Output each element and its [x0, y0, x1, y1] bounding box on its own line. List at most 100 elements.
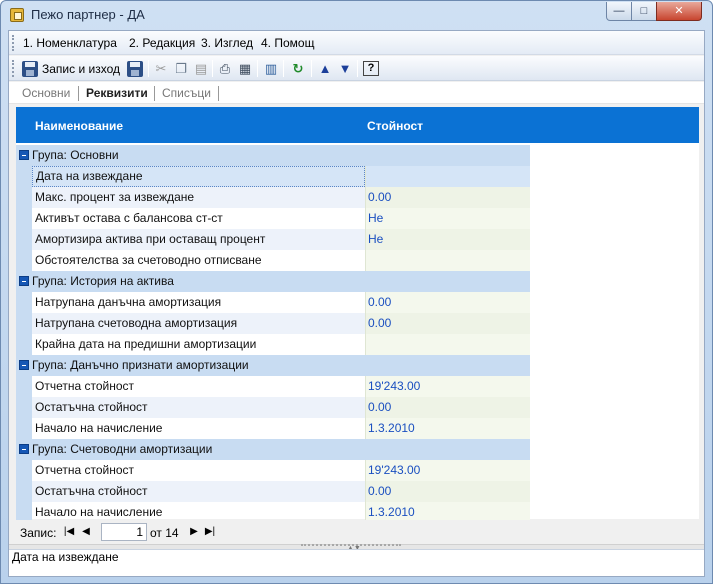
property-value[interactable]: 19'243.00 [365, 460, 530, 481]
first-record-button[interactable]: |◀ [62, 524, 76, 540]
property-value[interactable] [365, 250, 530, 271]
property-name: Макс. процент за извеждане [32, 187, 365, 208]
property-value[interactable]: 0.00 [365, 313, 530, 334]
record-navigator: Запис: |◀ ◀ 1 от 14 ▶ ▶| [9, 520, 704, 544]
property-value[interactable] [365, 166, 530, 187]
move-down-button[interactable]: ▼ [337, 59, 353, 78]
row-gutter [16, 187, 32, 208]
property-value[interactable]: Не [365, 208, 530, 229]
print-button[interactable]: ⎙ [217, 59, 233, 78]
menu-bar: 1. Номенклатура 2. Редакция 3. Изглед 4.… [9, 31, 704, 55]
property-name: Активът остава с балансова ст-ст [35, 211, 223, 225]
printer-icon: ⎙ [219, 60, 231, 76]
next-record-button[interactable]: ▶ [187, 524, 201, 540]
property-row[interactable]: Остатъчна стойност 0.00 [16, 481, 530, 502]
record-count: от 14 [150, 526, 179, 540]
property-row[interactable]: Активът остава с балансова ст-ст Не [16, 208, 530, 229]
row-gutter [16, 229, 32, 250]
property-name: Натрупана счетоводна амортизация [32, 313, 365, 334]
property-row[interactable]: Остатъчна стойност 0.00 [16, 397, 530, 418]
move-up-button[interactable]: ▲ [317, 59, 333, 78]
property-name: Натрупана данъчна амортизация [35, 295, 222, 309]
refresh-button[interactable]: ↻ [290, 59, 306, 78]
paste-button[interactable]: ▤ [193, 59, 209, 78]
toolbar-grip[interactable] [12, 60, 15, 77]
tab-lists[interactable]: Списъци [162, 86, 211, 100]
row-gutter [16, 481, 32, 502]
toolbar-separator [283, 60, 284, 77]
next-record-icon: ▶ [190, 526, 198, 537]
menu-view[interactable]: 3. Изглед [201, 36, 253, 50]
tab-separator [218, 86, 219, 101]
row-gutter [16, 376, 32, 397]
group-row[interactable]: Група: Счетоводни амортизации [16, 439, 530, 460]
help-button[interactable]: ? [363, 59, 379, 78]
property-row[interactable]: Отчетна стойност 19'243.00 [16, 376, 530, 397]
last-record-button[interactable]: ▶| [203, 524, 217, 540]
description-panel: Дата на извеждане [9, 549, 704, 576]
menu-nomenclature[interactable]: 1. Номенклатура [23, 36, 117, 50]
property-row[interactable]: Натрупана данъчна амортизация 0.00 [16, 292, 530, 313]
toolbar-separator [148, 60, 149, 77]
property-value[interactable]: 0.00 [365, 397, 530, 418]
property-value[interactable]: 19'243.00 [365, 376, 530, 397]
property-row[interactable]: Крайна дата на предишни амортизации [16, 334, 530, 355]
close-button[interactable]: ✕ [656, 2, 702, 21]
property-value[interactable]: 0.00 [365, 187, 530, 208]
cut-button[interactable]: ✂ [153, 59, 169, 78]
copy-button[interactable]: ❐ [173, 59, 189, 78]
toolbar-separator [357, 60, 358, 77]
menu-grip[interactable] [12, 35, 15, 51]
record-number-input[interactable]: 1 [101, 523, 147, 541]
collapse-group-icon[interactable] [19, 150, 29, 160]
row-gutter [16, 166, 32, 187]
toolbar: Запис и изход ✂ ❐ ▤ ⎙ ▦ ▥ ↻ ▲ ▼ ? [9, 56, 704, 81]
calculator-button[interactable]: ▥ [263, 59, 279, 78]
property-value[interactable]: Не [365, 229, 530, 250]
property-row[interactable]: Обстоятелства за счетоводно отписване [16, 250, 530, 271]
menu-edit[interactable]: 2. Редакция [129, 36, 195, 50]
print-preview-button[interactable]: ▦ [237, 59, 253, 78]
collapse-group-icon[interactable] [19, 444, 29, 454]
row-gutter [16, 418, 32, 439]
previous-record-button[interactable]: ◀ [79, 524, 93, 540]
last-record-icon: ▶| [204, 526, 216, 537]
property-value[interactable]: 0.00 [365, 481, 530, 502]
minimize-button[interactable]: — [606, 2, 632, 21]
menu-help[interactable]: 4. Помощ [261, 36, 314, 50]
title-bar[interactable]: Пежо партнер - ДА — □ ✕ [1, 1, 712, 29]
collapse-group-icon[interactable] [19, 360, 29, 370]
save-button[interactable] [127, 59, 143, 78]
collapse-group-icon[interactable] [19, 276, 29, 286]
property-value[interactable]: 1.3.2010 [365, 418, 530, 439]
tab-main[interactable]: Основни [22, 86, 70, 100]
property-value[interactable] [365, 334, 530, 355]
group-row[interactable]: Група: Основни [16, 145, 530, 166]
group-row[interactable]: Група: История на актива [16, 271, 530, 292]
property-name: Амортизира актива при оставащ процент [32, 229, 365, 250]
property-name: Остатъчна стойност [32, 397, 365, 418]
description-text: Дата на извеждане [12, 550, 119, 564]
arrow-up-icon: ▲ [318, 60, 332, 76]
floppy-icon [127, 60, 143, 77]
property-row[interactable]: Натрупана счетоводна амортизация 0.00 [16, 313, 530, 334]
column-header-value[interactable]: Стойност [367, 119, 423, 133]
property-row[interactable]: Макс. процент за извеждане 0.00 [16, 187, 530, 208]
property-row[interactable]: Амортизира актива при оставащ процент Не [16, 229, 530, 250]
tab-attributes[interactable]: Реквизити [86, 86, 148, 100]
property-row[interactable]: Начало на начисление 1.3.2010 [16, 418, 530, 439]
property-name: Отчетна стойност [35, 463, 135, 477]
column-header-name[interactable]: Наименование [35, 119, 123, 133]
property-value[interactable]: 0.00 [365, 292, 530, 313]
maximize-button[interactable]: □ [631, 2, 657, 21]
save-and-exit-button[interactable]: Запис и изход [22, 59, 120, 78]
group-row[interactable]: Група: Данъчно признати амортизации [16, 355, 530, 376]
application-window: Пежо партнер - ДА — □ ✕ 1. Номенклатура … [0, 0, 713, 584]
properties-grid: Наименование Стойност Група: Основни Дата… [16, 107, 699, 523]
scissors-icon: ✂ [155, 60, 167, 76]
property-name: Крайна дата на предишни амортизации [35, 337, 257, 351]
property-row[interactable]: Дата на извеждане [16, 166, 530, 187]
tab-separator [154, 86, 155, 101]
toolbar-separator [212, 60, 213, 77]
property-row[interactable]: Отчетна стойност 19'243.00 [16, 460, 530, 481]
